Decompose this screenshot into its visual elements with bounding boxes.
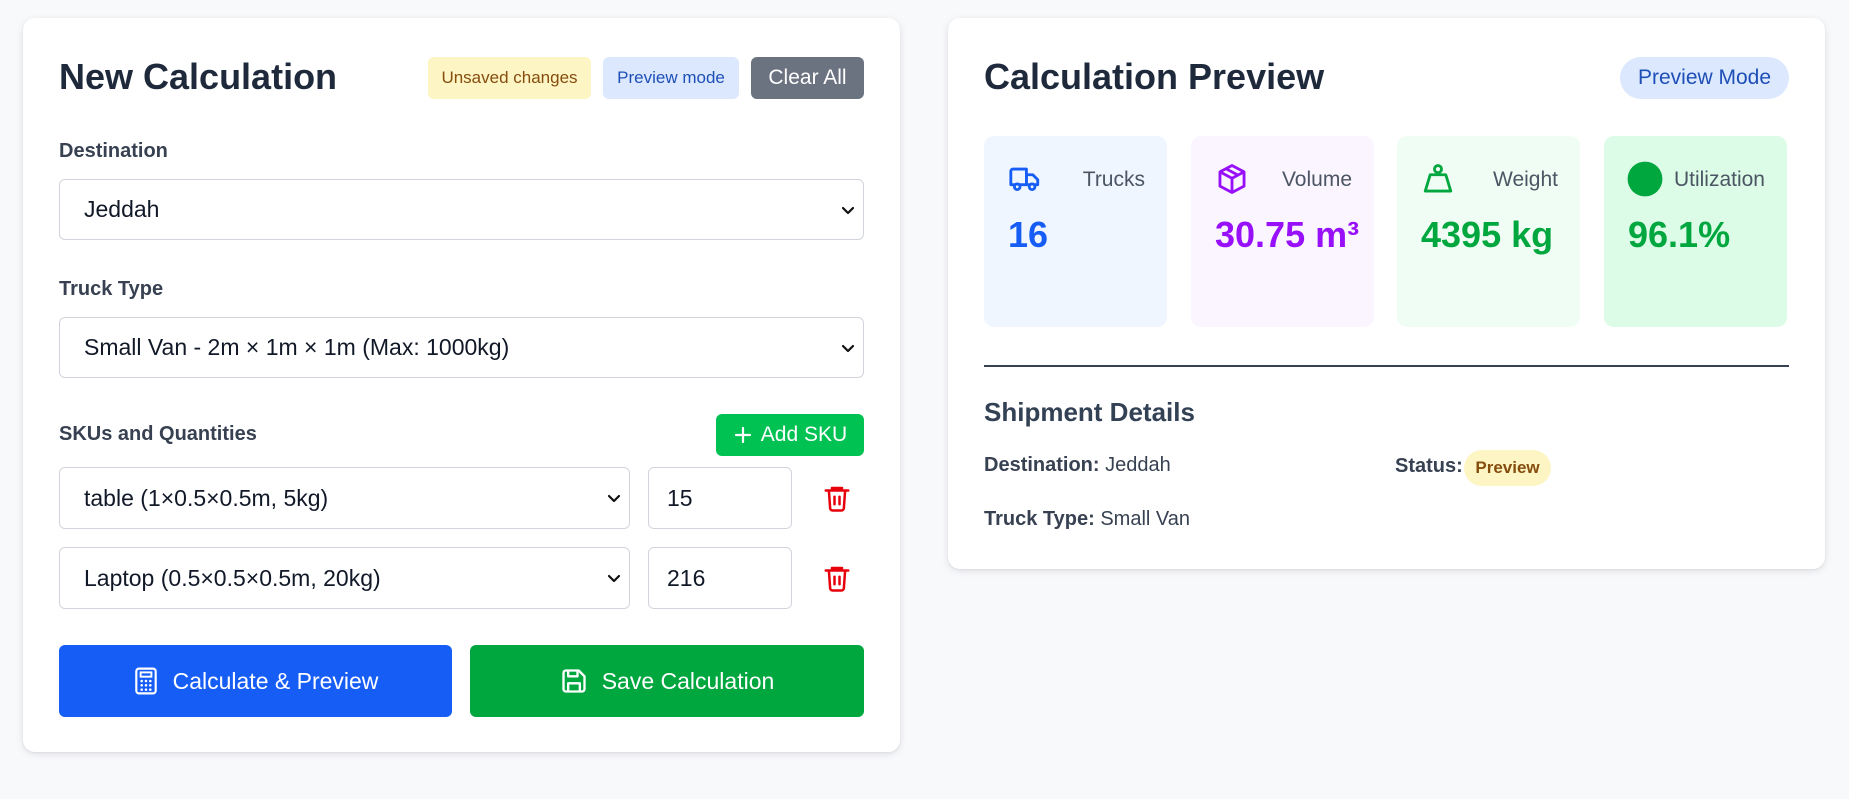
stat-card-trucks: Trucks 16 (984, 136, 1167, 327)
truck-type-label: Truck Type (59, 278, 164, 300)
stat-card-utilization: Utilization 96.1% (1604, 136, 1787, 327)
preview-mode-badge: Preview mode (603, 57, 739, 99)
destination-select-value: Jeddah (84, 196, 160, 222)
trash-icon[interactable] (822, 563, 852, 593)
stat-label: Volume (1281, 168, 1352, 191)
page-title: New Calculation (59, 56, 338, 97)
plus-icon (734, 426, 751, 444)
truck-type-detail-label: Truck Type: (984, 508, 1095, 530)
quantity-input[interactable] (648, 467, 792, 529)
truck-type-select[interactable]: Small Van - 2m × 1m × 1m (Max: 1000kg) (59, 317, 864, 378)
truck-type-detail-value: Small Van (1100, 508, 1191, 530)
save-calculation-label: Save Calculation (601, 667, 775, 694)
clear-all-button[interactable]: Clear All (751, 57, 864, 99)
shipment-destination: Destination: Jeddah (984, 454, 1171, 477)
weight-icon (1423, 164, 1453, 193)
status-dot-icon (1627, 161, 1663, 197)
destination-detail-label: Destination: (984, 454, 1100, 476)
trash-icon[interactable] (822, 483, 852, 513)
truck-icon (1009, 167, 1040, 192)
quantity-input[interactable] (648, 547, 792, 609)
calculate-preview-button[interactable]: Calculate & Preview (59, 645, 452, 717)
chevron-down-icon (607, 494, 621, 503)
sku-select[interactable]: Laptop (0.5×0.5×0.5m, 20kg) (59, 547, 630, 609)
save-icon (562, 669, 586, 693)
stat-label: Trucks (1082, 168, 1145, 191)
new-calculation-panel: New Calculation Unsaved changes Preview … (23, 18, 900, 752)
calculate-preview-label: Calculate & Preview (172, 667, 379, 694)
save-calculation-button[interactable]: Save Calculation (470, 645, 864, 717)
stat-card-weight: Weight 4395 kg (1397, 136, 1580, 327)
add-sku-label: Add SKU (760, 423, 848, 446)
unsaved-changes-badge: Unsaved changes (428, 57, 591, 99)
stat-value: 30.75 m³ (1215, 214, 1360, 255)
stat-value: 96.1% (1628, 214, 1731, 255)
destination-detail-value: Jeddah (1105, 454, 1171, 476)
shipment-truck-type: Truck Type: Small Van (984, 508, 1190, 531)
shipment-status-label: Status: (1395, 455, 1463, 478)
preview-title: Calculation Preview (984, 56, 1325, 97)
status-badge: Preview (1464, 450, 1551, 486)
sku-select[interactable]: table (1×0.5×0.5m, 5kg) (59, 467, 630, 529)
destination-select[interactable]: Jeddah (59, 179, 864, 240)
stat-label: Utilization (1673, 168, 1765, 191)
stat-value: 4395 kg (1421, 214, 1554, 255)
chevron-down-icon (841, 206, 855, 214)
calculator-icon (134, 667, 157, 695)
sku-select-value: Laptop (0.5×0.5×0.5m, 20kg) (84, 564, 381, 591)
skus-label: SKUs and Quantities (59, 423, 257, 445)
destination-label: Destination (59, 140, 168, 162)
chevron-down-icon (607, 574, 621, 583)
calculation-preview-panel: Calculation Preview Preview Mode Trucks … (948, 18, 1825, 569)
status-detail-label: Status: (1395, 455, 1463, 477)
package-icon (1218, 164, 1246, 194)
shipment-details-title: Shipment Details (984, 397, 1195, 427)
section-divider (984, 365, 1789, 367)
preview-mode-pill: Preview Mode (1620, 57, 1789, 99)
sku-select-value: table (1×0.5×0.5m, 5kg) (84, 484, 329, 511)
stat-card-volume: Volume 30.75 m³ (1191, 136, 1374, 327)
chevron-down-icon (841, 344, 855, 352)
stat-label: Weight (1493, 168, 1558, 191)
truck-type-select-value: Small Van - 2m × 1m × 1m (Max: 1000kg) (84, 334, 510, 360)
add-sku-button[interactable]: Add SKU (716, 414, 864, 456)
stat-value: 16 (1008, 214, 1049, 255)
